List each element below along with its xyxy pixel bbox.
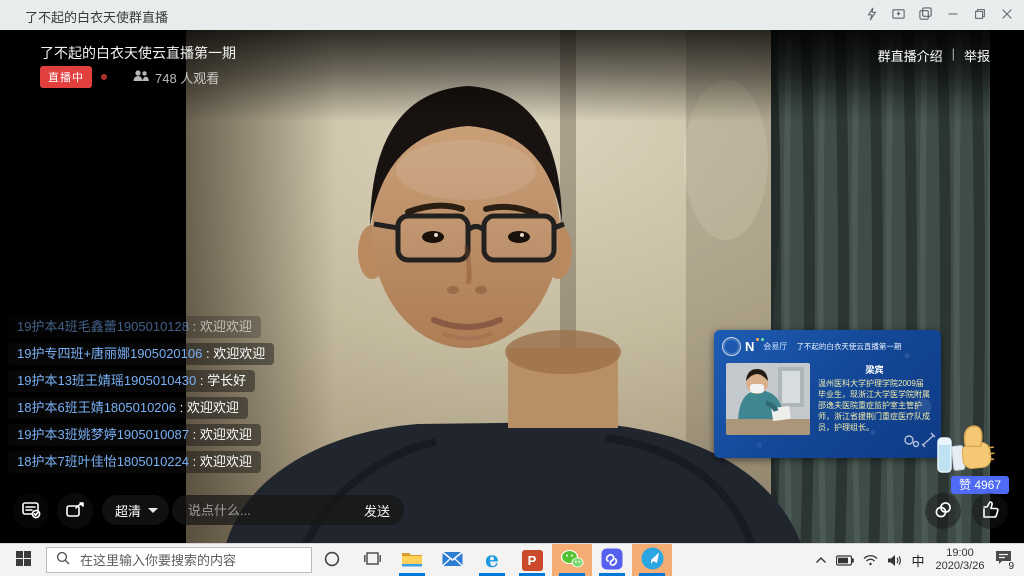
live-status-row: 直播中 748 人观看 xyxy=(40,66,219,88)
mail-button[interactable] xyxy=(432,544,472,576)
edge-button[interactable]: e xyxy=(472,544,512,576)
live-badge: 直播中 xyxy=(40,66,92,88)
restore-icon xyxy=(973,7,987,24)
copy-icon xyxy=(918,6,933,24)
link-rings-icon xyxy=(932,499,954,524)
university-seal-icon xyxy=(722,337,741,356)
tray-chevron-icon[interactable] xyxy=(815,555,827,565)
system-tray: 中 19:00 2020/3/26 9 xyxy=(815,544,1024,576)
stream-title: 了不起的白衣天使云直播第一期 xyxy=(40,43,236,63)
battery-icon[interactable] xyxy=(836,555,854,566)
meeting-app-button[interactable] xyxy=(592,544,632,576)
paper-plane-icon xyxy=(641,547,664,573)
quality-label: 超清 xyxy=(115,501,141,520)
live-dot-icon xyxy=(101,74,107,80)
like-button[interactable] xyxy=(972,493,1008,529)
header-links: 群直播介绍 | 举报 xyxy=(878,46,990,65)
chat-message: 19护本4班毛鑫蕾1905010128 : 欢迎欢迎 xyxy=(8,316,261,338)
desktop-screen: 了不起的白衣天使群直播 xyxy=(0,0,1024,576)
viewers-icon xyxy=(133,69,149,85)
start-button[interactable] xyxy=(0,544,46,576)
chat-message: 19护专四班+唐丽娜1905020106 : 欢迎欢迎 xyxy=(8,343,274,365)
chevron-down-icon xyxy=(148,508,158,513)
edge-icon: e xyxy=(485,549,499,571)
clock[interactable]: 19:00 2020/3/26 xyxy=(936,547,985,573)
notification-count: 9 xyxy=(1008,561,1014,572)
taskbar-empty-space[interactable] xyxy=(672,544,815,576)
like-thumb-float xyxy=(936,416,1002,479)
chat-message: 18护本7班叶佳怡1805010224 : 欢迎欢迎 xyxy=(8,451,261,473)
clock-date: 2020/3/26 xyxy=(936,560,985,573)
windows-logo-icon xyxy=(16,551,31,569)
search-icon xyxy=(56,551,70,570)
stream-header-overlay: 了不起的白衣天使云直播第一期 直播中 748 人观看 群直播介绍 | 举报 xyxy=(0,30,1024,122)
wifi-icon[interactable] xyxy=(863,554,878,566)
file-explorer-icon xyxy=(401,550,423,571)
slide-body: 梁宾 温州医科大学护理学院2009届毕业生，现浙江大学医学院附属邵逸夫医院重症监… xyxy=(714,356,941,435)
cortana-button[interactable] xyxy=(312,544,352,576)
restore-button[interactable] xyxy=(966,1,993,29)
chat-list-icon xyxy=(20,499,42,524)
minimize-icon xyxy=(946,7,960,24)
volume-icon[interactable] xyxy=(887,554,902,567)
quality-selector[interactable]: 超清 xyxy=(102,495,169,525)
link-rings-button[interactable] xyxy=(925,493,961,529)
chat-list-button[interactable] xyxy=(13,493,49,529)
thumbs-up-icon xyxy=(979,499,1001,524)
window-titlebar: 了不起的白衣天使群直播 xyxy=(0,0,1024,31)
speaker-bio: 温州医科大学护理学院2009届毕业生，现浙江大学医学院附属邵逸夫医院重症监护室主… xyxy=(818,378,931,433)
chat-message: 19护本13班王婧瑶1905010430 : 学长好 xyxy=(8,370,255,392)
share-screen-icon xyxy=(64,499,86,524)
link-separator: | xyxy=(952,46,955,65)
chat-message: 19护本3班姚梦婷1905010087 : 欢迎欢迎 xyxy=(8,424,261,446)
report-link[interactable]: 举报 xyxy=(964,46,990,65)
wechat-button[interactable] xyxy=(552,544,592,576)
cortana-icon xyxy=(324,551,340,570)
live-video-area: 了不起的白衣天使云直播第一期 直播中 748 人观看 群直播介绍 | 举报 19… xyxy=(0,30,1024,544)
file-explorer-button[interactable] xyxy=(392,544,432,576)
search-input[interactable] xyxy=(78,552,302,569)
speaker-photo xyxy=(726,363,810,435)
windows-taskbar: e P 中 19:00 2020/3/26 9 xyxy=(0,543,1024,576)
speaker-name: 梁宾 xyxy=(818,363,931,376)
minimize-button[interactable] xyxy=(939,1,966,29)
knot-app-icon xyxy=(601,548,623,573)
powerpoint-icon: P xyxy=(522,550,543,571)
pin-window-button[interactable] xyxy=(885,1,912,29)
action-center-button[interactable]: 9 xyxy=(995,550,1014,570)
close-button[interactable] xyxy=(993,1,1020,29)
viewer-count: 748 人观看 xyxy=(133,68,219,87)
send-button[interactable]: 发送 xyxy=(356,501,390,520)
speaker-info: 梁宾 温州医科大学护理学院2009届毕业生，现浙江大学医学院附属邵逸夫医院重症监… xyxy=(818,363,931,435)
pip-slide[interactable]: N 会易厅 了不起的白衣天使云直播第一期 xyxy=(714,330,941,458)
window-title: 了不起的白衣天使群直播 xyxy=(25,7,168,26)
comment-input-pill: 发送 xyxy=(172,495,404,525)
paper-plane-app-button[interactable] xyxy=(632,544,672,576)
chat-message: 18护本6班王婧1805010206 : 欢迎欢迎 xyxy=(8,397,248,419)
pin-window-icon xyxy=(891,6,906,24)
ime-indicator[interactable]: 中 xyxy=(911,551,924,570)
task-view-button[interactable] xyxy=(352,544,392,576)
slide-header: N 会易厅 了不起的白衣天使云直播第一期 xyxy=(714,330,941,356)
group-live-intro-link[interactable]: 群直播介绍 xyxy=(878,46,943,65)
task-view-icon xyxy=(364,551,381,569)
lightning-button[interactable] xyxy=(858,1,885,29)
clock-time: 19:00 xyxy=(936,547,985,560)
close-icon xyxy=(1000,7,1014,24)
comment-input[interactable] xyxy=(186,502,356,519)
copy-window-button[interactable] xyxy=(912,1,939,29)
powerpoint-button[interactable]: P xyxy=(512,544,552,576)
share-screen-button[interactable] xyxy=(57,493,93,529)
slide-subtitle: 了不起的白衣天使云直播第一期 xyxy=(796,341,901,352)
medical-deco-icons xyxy=(903,431,937,454)
slide-logo-text: 会易厅 xyxy=(763,341,787,352)
chat-overlay: 19护本4班毛鑫蕾1905010128 : 欢迎欢迎 19护专四班+唐丽娜190… xyxy=(8,316,274,473)
taskbar-search xyxy=(46,547,312,573)
like-count-badge[interactable]: 赞 4967 xyxy=(951,476,1009,494)
wechat-icon xyxy=(560,549,584,572)
lightning-icon xyxy=(865,7,879,24)
mail-icon xyxy=(442,551,463,570)
window-controls xyxy=(858,0,1020,30)
n-logo-icon: N xyxy=(745,340,754,353)
